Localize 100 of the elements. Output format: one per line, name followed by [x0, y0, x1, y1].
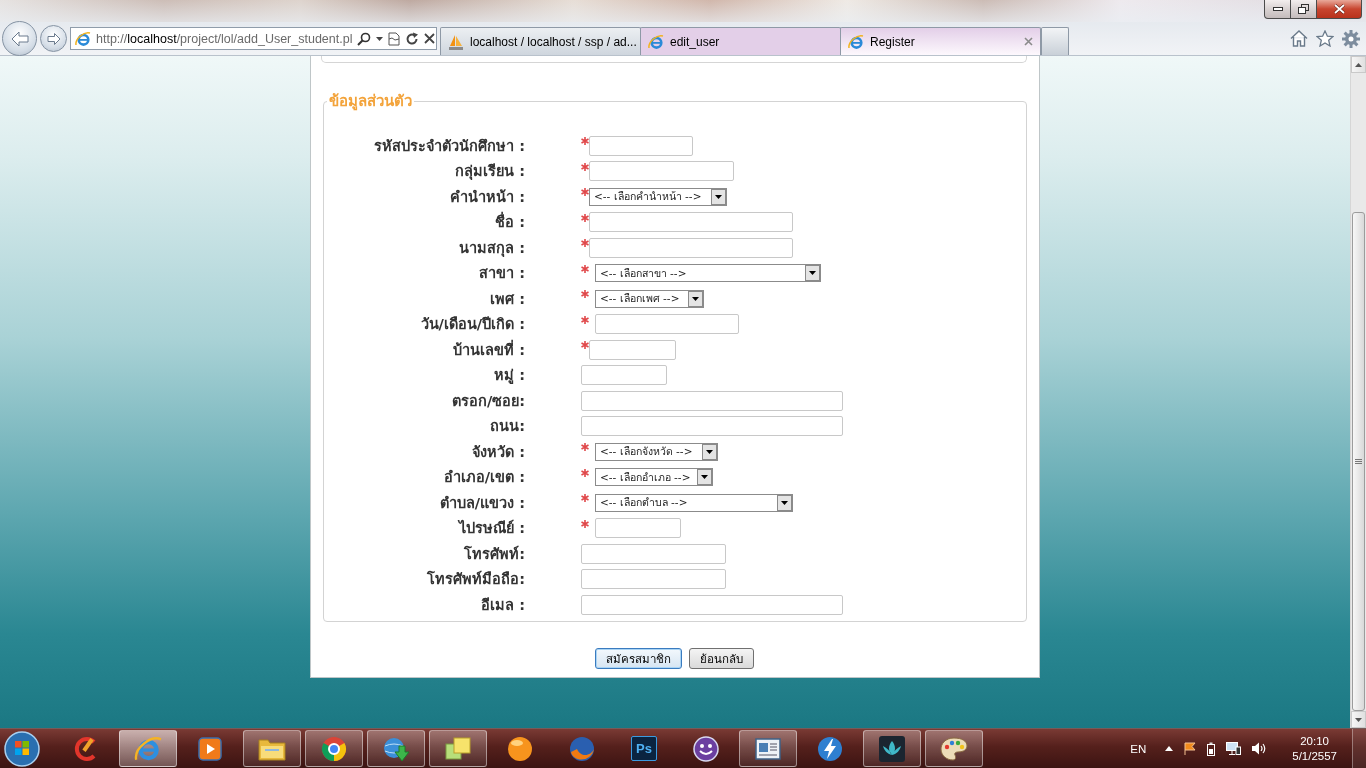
- text-field[interactable]: [581, 365, 667, 386]
- browser-icon: [848, 33, 864, 50]
- return-button[interactable]: ย้อนกลับ: [688, 648, 754, 669]
- dropdown-select[interactable]: <-- เลือกสาขา -->: [595, 264, 821, 283]
- field-label: กลุ่มเรียน :: [455, 162, 525, 181]
- clock-date[interactable]: 5/1/2557: [1292, 748, 1337, 764]
- url-text[interactable]: http://localhost/project/lol/add_User_student.pl: [96, 31, 353, 46]
- field-label: เพศ :: [490, 289, 525, 308]
- network-icon[interactable]: [1226, 742, 1242, 755]
- lotus-icon: [879, 735, 905, 762]
- app-logo: Ps: [631, 736, 657, 761]
- close-icon[interactable]: [1024, 37, 1033, 46]
- field-label: ชื่อ :: [495, 213, 525, 232]
- text-field[interactable]: [595, 314, 739, 335]
- close-icon: [1333, 4, 1345, 14]
- scroll-down-button[interactable]: [1351, 711, 1366, 728]
- address-bar[interactable]: http://localhost/project/lol/add_User_student.pl: [70, 27, 437, 50]
- taskbar-button[interactable]: Ps: [615, 730, 673, 767]
- caret-icon[interactable]: [376, 36, 384, 41]
- browser-icon: [648, 33, 664, 50]
- close-button[interactable]: [1316, 0, 1362, 19]
- refresh-icon[interactable]: [405, 31, 420, 46]
- battery-icon[interactable]: [1207, 741, 1216, 756]
- restore-button[interactable]: [1290, 0, 1317, 19]
- language-indicator[interactable]: EN: [1130, 742, 1147, 755]
- arrow-right-icon: [46, 32, 61, 45]
- triangle-up-icon[interactable]: [1165, 746, 1174, 751]
- field-label: วัน/เดือน/ปีเกิด :: [420, 315, 525, 334]
- browser-tab[interactable]: Register: [840, 27, 1041, 55]
- browser-tab[interactable]: edit_user: [640, 27, 841, 55]
- new-tab-button[interactable]: [1041, 27, 1069, 55]
- browser-tab[interactable]: localhost / localhost / ssp / ad...: [440, 27, 641, 55]
- field-label: บ้านเลขที่ :: [453, 340, 525, 359]
- text-field[interactable]: [589, 135, 693, 156]
- text-field[interactable]: [589, 161, 734, 182]
- text-field[interactable]: [589, 237, 793, 258]
- back-button[interactable]: [2, 21, 37, 56]
- field-label: นามสกุล :: [459, 238, 525, 257]
- stop-icon[interactable]: [424, 33, 436, 44]
- page-icon[interactable]: [388, 31, 401, 46]
- text-field[interactable]: [581, 416, 843, 437]
- field-label: อำเภอ/เขต :: [443, 468, 525, 487]
- field-label: รหัสประจำตัวนักศึกษา :: [374, 136, 525, 155]
- dropdown-select[interactable]: <-- เลือกจังหวัด -->: [595, 442, 718, 461]
- home-icon[interactable]: [1290, 30, 1308, 47]
- restore-icon: [1298, 4, 1309, 14]
- window-icon: [755, 737, 781, 760]
- flag-icon[interactable]: [1184, 742, 1197, 755]
- minimize-button[interactable]: [1264, 0, 1291, 19]
- section-legend: ข้อมูลส่วนตัว: [327, 92, 414, 110]
- caret-icon: [688, 290, 703, 307]
- field-label: ตรอก/ซอย:: [451, 391, 525, 410]
- register-button[interactable]: สมัครสมาชิก: [594, 648, 682, 669]
- taskbar-button[interactable]: [739, 730, 797, 767]
- text-field[interactable]: [589, 212, 793, 233]
- field-label: ไปรษณีย์ :: [459, 519, 525, 538]
- dropdown-select[interactable]: <-- เลือกคำนำหน้า -->: [589, 187, 727, 206]
- browser-icon: [75, 30, 91, 47]
- scrollbar-thumb[interactable]: [1352, 212, 1365, 711]
- globe-icon: [569, 735, 595, 762]
- caret-icon: [777, 494, 792, 511]
- volume-icon[interactable]: [1252, 742, 1268, 755]
- search-icon[interactable]: [357, 31, 372, 46]
- field-label: โทรศัพท์มือถือ:: [427, 570, 525, 589]
- field-label: คำนำหน้า :: [450, 187, 525, 206]
- text-field[interactable]: [595, 518, 681, 539]
- minimize-icon: [1272, 7, 1283, 11]
- dropdown-select[interactable]: <-- เลือกเพศ -->: [595, 289, 704, 308]
- taskbar-button[interactable]: [305, 730, 363, 767]
- ball-icon: [507, 735, 533, 762]
- palette-icon: [940, 736, 968, 761]
- dropdown-select[interactable]: <-- เลือกอำเภอ -->: [595, 468, 713, 487]
- smiley-icon: [693, 735, 719, 762]
- taskbar-button[interactable]: [863, 730, 921, 767]
- caret-icon: [697, 469, 712, 486]
- clock-time[interactable]: 20:10: [1300, 733, 1329, 749]
- lightning-icon: [817, 735, 843, 762]
- text-field[interactable]: [581, 594, 843, 615]
- text-field[interactable]: [581, 543, 726, 564]
- taskbar-button[interactable]: [243, 730, 301, 767]
- grip-icon: [1355, 459, 1362, 464]
- taskbar-button[interactable]: [925, 730, 983, 767]
- caret-icon: [711, 188, 726, 205]
- browser-icon: [134, 734, 162, 763]
- scroll-up-button[interactable]: [1351, 56, 1366, 73]
- triangle-up-icon: [1355, 62, 1362, 67]
- field-label: อีเมล :: [481, 595, 525, 614]
- settings-icon[interactable]: [1342, 29, 1360, 48]
- field-label: สาขา :: [479, 264, 525, 283]
- dropdown-select[interactable]: <-- เลือกตำบล -->: [595, 493, 793, 512]
- forward-button[interactable]: [40, 25, 67, 52]
- triangle-down-icon: [1355, 717, 1362, 722]
- text-field[interactable]: [581, 390, 843, 411]
- show-desktop-button[interactable]: [1352, 729, 1366, 768]
- star-icon[interactable]: [1316, 30, 1334, 47]
- taskbar-button[interactable]: [429, 730, 487, 767]
- field-label: ถนน:: [490, 417, 525, 436]
- sail-icon: [448, 33, 464, 50]
- text-field[interactable]: [581, 569, 726, 590]
- text-field[interactable]: [589, 339, 676, 360]
